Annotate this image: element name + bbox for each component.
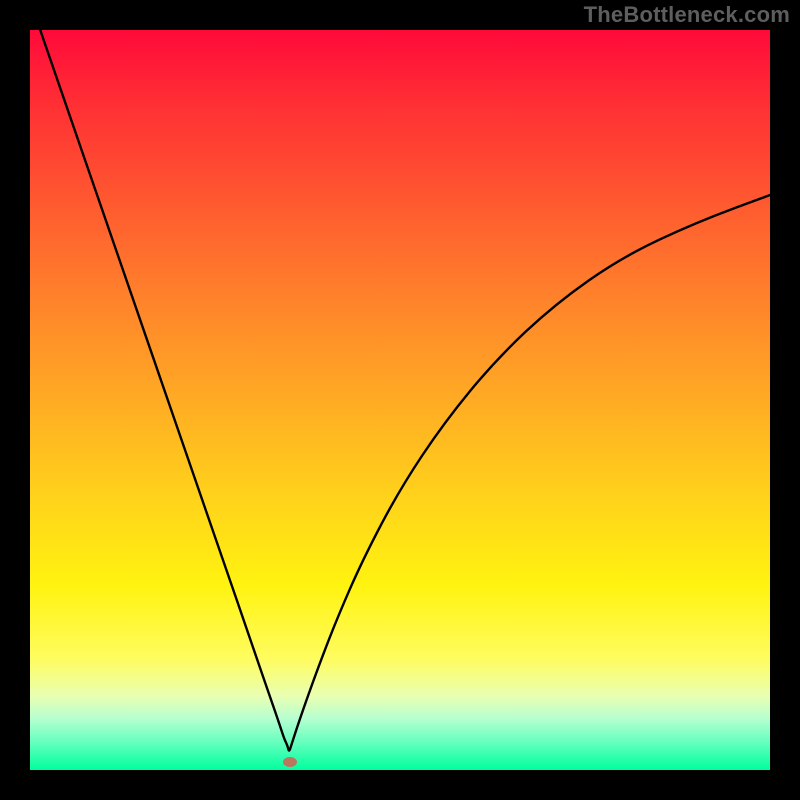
curve-layer xyxy=(30,30,770,770)
chart-frame: TheBottleneck.com xyxy=(0,0,800,800)
minimum-marker xyxy=(283,757,297,767)
plot-area xyxy=(30,30,770,770)
bottleneck-curve xyxy=(30,30,770,751)
watermark-text: TheBottleneck.com xyxy=(584,2,790,28)
